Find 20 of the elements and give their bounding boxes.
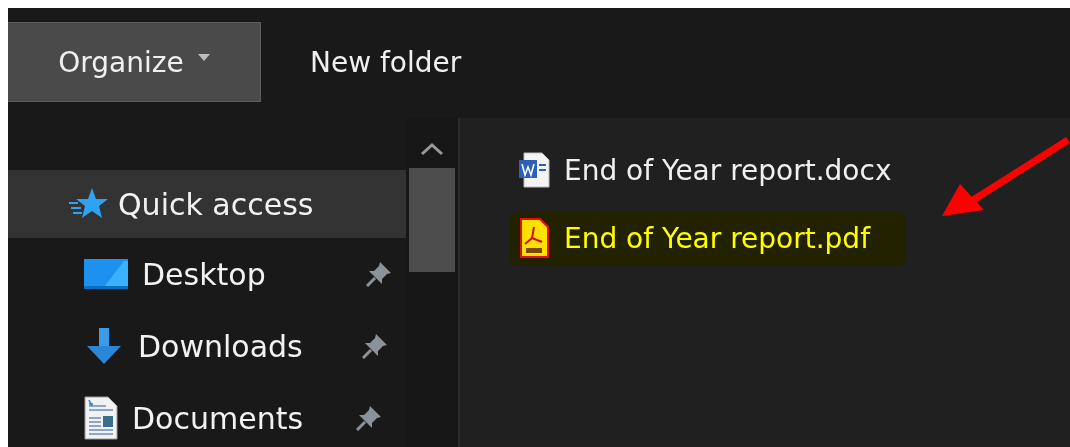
caret-icon: [197, 53, 210, 61]
file-item[interactable]: End of Year report.docx: [518, 152, 892, 188]
nav-item[interactable]: Desktop: [8, 238, 406, 310]
nav-item[interactable]: Quick access: [8, 170, 406, 238]
pin-icon[interactable]: [364, 259, 394, 289]
star-icon: [68, 187, 108, 221]
word-document-icon: [518, 152, 550, 188]
pin-icon[interactable]: [354, 403, 384, 433]
nav-item[interactable]: Downloads: [8, 310, 406, 382]
download-icon: [84, 326, 124, 366]
highlighted-file-item[interactable]: End of Year report.pdf: [510, 212, 906, 266]
nav-item[interactable]: Documents: [8, 382, 406, 447]
pdf-icon: [518, 218, 550, 258]
pin-icon[interactable]: [360, 331, 390, 361]
document-icon: [84, 396, 118, 440]
organize-button[interactable]: Organize: [8, 22, 261, 102]
toolbar-button[interactable]: New folder: [273, 22, 499, 102]
scroll-up-icon[interactable]: [420, 142, 444, 156]
desktop-icon: [84, 257, 128, 291]
scroll-thumb[interactable]: [409, 168, 455, 272]
